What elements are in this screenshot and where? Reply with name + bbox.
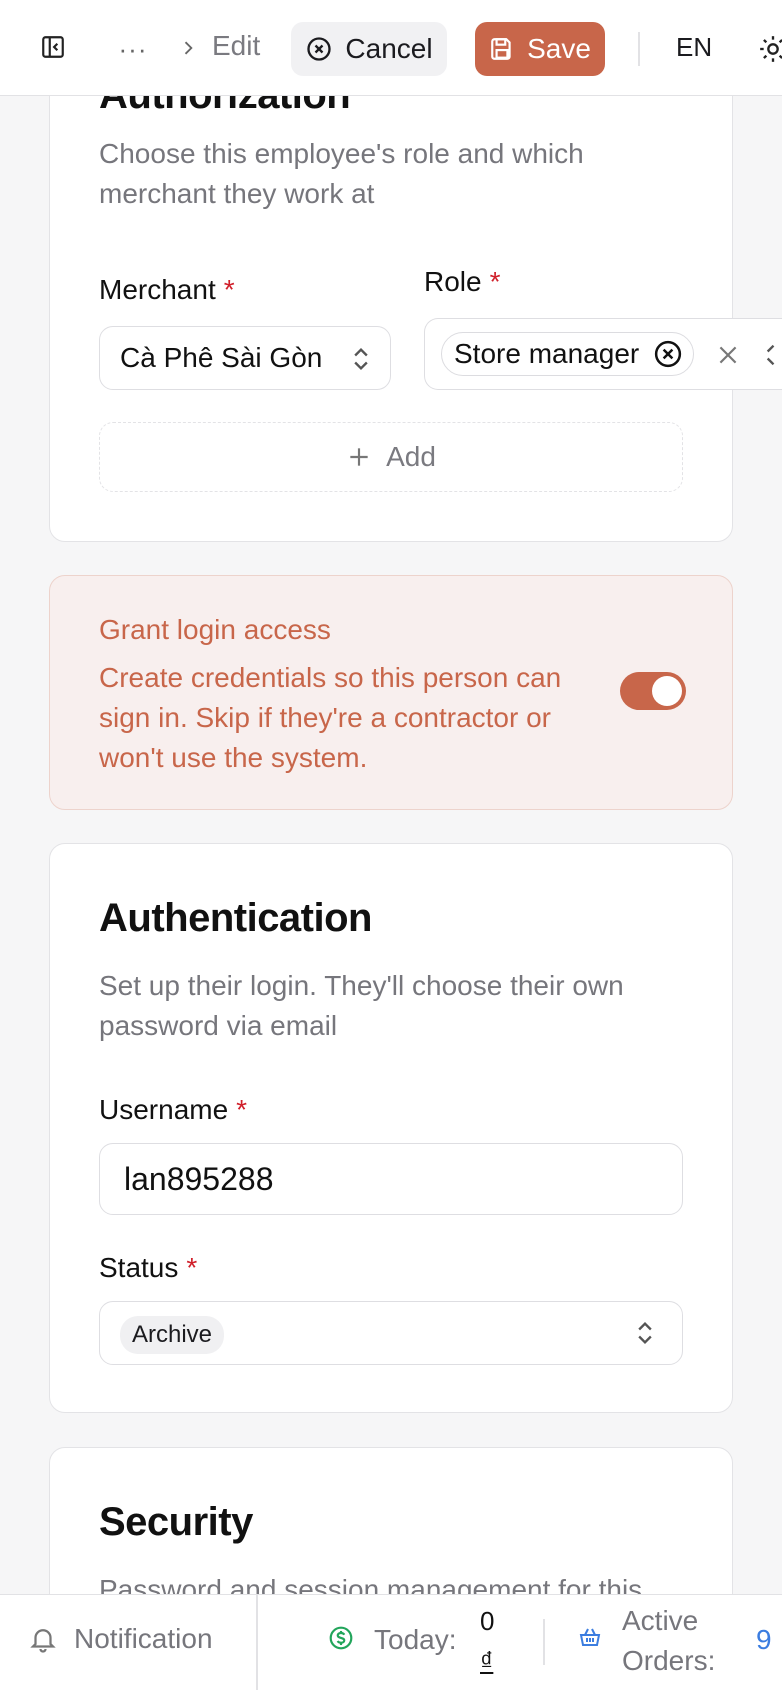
authentication-description: Set up their login. They'll choose their… [99, 970, 624, 1041]
circle-x-icon [307, 37, 332, 61]
chevron-right-icon [176, 36, 200, 60]
remove-chip-icon[interactable] [653, 339, 683, 369]
required-mark: * [489, 266, 501, 297]
add-assignment-button[interactable]: Add [99, 422, 683, 492]
status-badge: Archive [120, 1316, 225, 1354]
sidebar-toggle-icon[interactable] [36, 30, 70, 64]
add-label: Add [386, 441, 436, 472]
toggle-knob [652, 676, 682, 706]
username-label: Username * [99, 1094, 248, 1125]
role-chip: Store manager [441, 332, 695, 376]
notification-label: Notification [74, 1623, 213, 1654]
breadcrumb-current: Edit [212, 30, 261, 61]
bell-icon [30, 1629, 56, 1653]
merchant-label: Merchant * [99, 274, 235, 305]
chevron-up-down-icon [766, 344, 775, 366]
role-label: Role * [424, 266, 501, 297]
username-input[interactable]: lan895288 [99, 1143, 683, 1215]
grant-login-toggle[interactable] [620, 672, 686, 710]
basket-icon [578, 1625, 602, 1649]
save-icon [491, 38, 511, 60]
active-orders-label: Active Orders: [622, 1605, 716, 1676]
required-mark: * [236, 1094, 248, 1125]
bottom-status-bar: Notification Today: 0 ₫ Active Orders: 9 [0, 1594, 782, 1690]
clear-icon[interactable] [715, 342, 741, 368]
status-divider [543, 1619, 545, 1665]
grant-login-description: Create credentials so this person can si… [99, 662, 562, 773]
chevron-up-down-icon [354, 348, 368, 370]
security-title: Security [99, 1500, 253, 1544]
chevron-up-down-icon [638, 1322, 652, 1344]
username-value: lan895288 [124, 1161, 274, 1197]
status-select[interactable]: Archive [99, 1301, 683, 1365]
status-divider [256, 1595, 258, 1690]
sun-icon[interactable] [756, 32, 782, 66]
status-label: Status * [99, 1252, 198, 1283]
breadcrumb-more-icon[interactable]: ··· [118, 34, 148, 64]
language-switcher[interactable]: EN [676, 32, 712, 63]
role-chip-label: Store manager [454, 338, 640, 369]
required-mark: * [223, 274, 235, 305]
merchant-value: Cà Phê Sài Gòn [120, 342, 323, 373]
authentication-title: Authentication [99, 896, 372, 940]
toolbar-divider [638, 32, 640, 66]
top-toolbar: ··· Edit Cancel Save EN [0, 0, 782, 96]
today-label: Today: [374, 1624, 457, 1655]
cancel-label: Cancel [345, 33, 433, 64]
cancel-button[interactable]: Cancel [291, 22, 447, 76]
authorization-card: Authorization Choose this employee's rol… [49, 40, 782, 542]
authentication-card: Authentication Set up their login. They'… [49, 843, 733, 1413]
save-button[interactable]: Save [475, 22, 605, 76]
active-orders-value[interactable]: 9 [756, 1624, 772, 1656]
grant-login-title: Grant login access [99, 614, 331, 645]
today-revenue-value: 0 ₫ [480, 1606, 495, 1676]
plus-icon [350, 448, 368, 466]
notification-button[interactable]: Notification [28, 1623, 213, 1655]
dollar-circle-icon [328, 1625, 354, 1651]
grant-login-card: Grant login access Create credentials so… [49, 575, 733, 810]
required-mark: * [186, 1252, 198, 1283]
role-select[interactable]: Store manager [424, 318, 782, 390]
save-label: Save [527, 33, 591, 64]
authorization-description: Choose this employee's role and which me… [99, 138, 584, 209]
merchant-select[interactable]: Cà Phê Sài Gòn [99, 326, 391, 390]
